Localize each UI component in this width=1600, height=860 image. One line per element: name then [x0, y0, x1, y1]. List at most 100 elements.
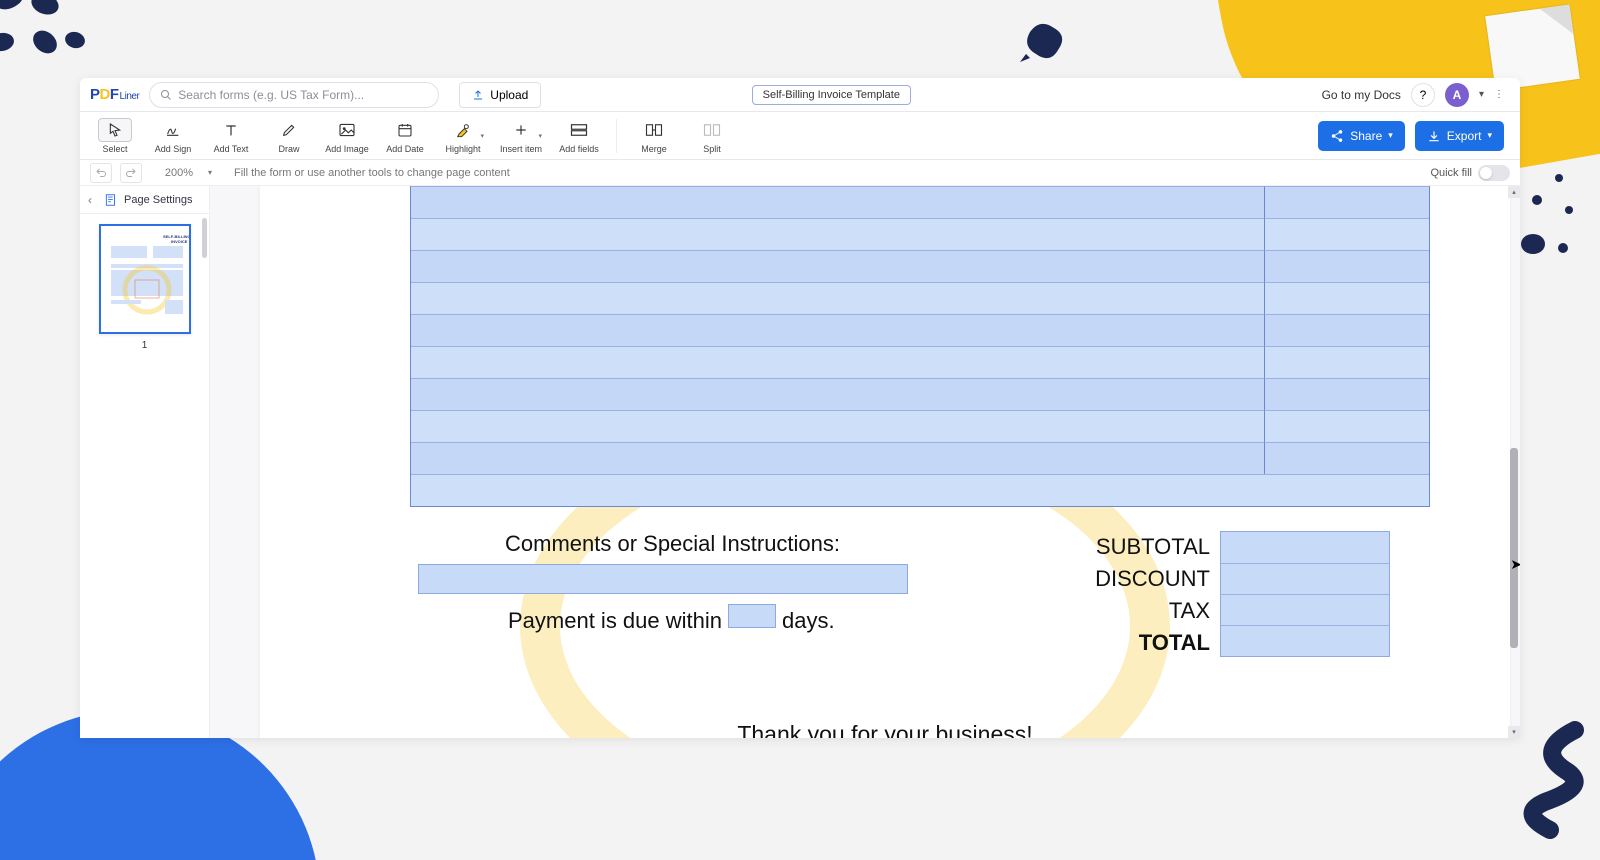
search-placeholder: Search forms (e.g. US Tax Form)... [178, 88, 364, 102]
days-input[interactable] [728, 604, 776, 628]
table-cell[interactable] [1264, 378, 1429, 410]
table-cell[interactable] [1264, 314, 1429, 346]
canvas: Comments or Special Instructions: Paymen… [210, 186, 1520, 738]
image-icon [338, 123, 356, 137]
chevron-down-icon: ▾ [480, 132, 484, 140]
vertical-scrollbar[interactable]: ▴ ▾ ➤ [1508, 186, 1520, 738]
export-button[interactable]: Export ▾ [1415, 121, 1504, 151]
table-cell[interactable] [1264, 282, 1429, 314]
decoration-top-left [0, 0, 100, 90]
split-icon [703, 122, 721, 138]
decoration-right-dots [1515, 170, 1575, 280]
comments-input[interactable] [418, 564, 908, 594]
line-items-table[interactable] [410, 186, 1430, 507]
upload-icon [472, 89, 484, 101]
undo-icon [95, 167, 107, 179]
side-panel: ‹ Page Settings SELF-BILLING INVOICE [80, 186, 210, 738]
thumb-scrollbar[interactable] [202, 218, 207, 258]
decoration-squiggle [1495, 720, 1595, 850]
zoom-select[interactable]: 200% ▾ [154, 167, 212, 179]
tool-select[interactable]: Select [88, 118, 142, 154]
scroll-up-icon[interactable]: ▴ [1508, 186, 1520, 198]
table-cell[interactable] [411, 314, 1264, 346]
tool-highlight[interactable]: ▾ Highlight [436, 118, 490, 154]
page-settings-icon [104, 193, 118, 207]
scroll-down-icon[interactable]: ▾ [1508, 726, 1520, 738]
collapse-panel-icon[interactable]: ‹ [88, 193, 92, 207]
goto-docs-link[interactable]: Go to my Docs [1322, 88, 1401, 102]
scrollbar-thumb[interactable] [1510, 448, 1518, 648]
total-input[interactable] [1221, 625, 1389, 656]
upload-label: Upload [490, 88, 528, 102]
totals-labels: SUBTOTAL DISCOUNT TAX TOTAL [1080, 531, 1210, 659]
total-label: TOTAL [1080, 627, 1210, 659]
payment-terms-text: Payment is due within days. [508, 604, 835, 634]
table-cell[interactable] [411, 250, 1264, 282]
table-cell[interactable] [1264, 346, 1429, 378]
table-cell[interactable] [411, 346, 1264, 378]
app-window: PDFLiner Search forms (e.g. US Tax Form)… [80, 78, 1520, 738]
discount-input[interactable] [1221, 563, 1389, 594]
search-icon [160, 89, 172, 101]
chevron-down-icon: ▾ [1388, 130, 1393, 141]
thumbnail-page-number: 1 [88, 340, 201, 351]
redo-icon [125, 167, 137, 179]
tax-input[interactable] [1221, 594, 1389, 625]
tool-add-text[interactable]: Add Text [204, 118, 258, 154]
comments-label: Comments or Special Instructions: [505, 531, 840, 557]
table-cell[interactable] [411, 218, 1264, 250]
document-title[interactable]: Self-Billing Invoice Template [752, 85, 911, 105]
share-icon [1330, 129, 1344, 143]
upload-button[interactable]: Upload [459, 82, 541, 108]
subtotal-input[interactable] [1221, 532, 1389, 563]
table-cell[interactable] [411, 410, 1264, 442]
account-chevron-icon[interactable]: ▾ [1479, 89, 1484, 100]
table-cell[interactable] [411, 474, 1429, 506]
table-cell[interactable] [1264, 186, 1429, 218]
redo-button[interactable] [120, 163, 142, 183]
table-cell[interactable] [1264, 218, 1429, 250]
subtotal-label: SUBTOTAL [1080, 531, 1210, 563]
calendar-icon [397, 122, 413, 138]
separator [616, 119, 617, 153]
table-cell[interactable] [1264, 410, 1429, 442]
tool-add-image[interactable]: Add Image [320, 118, 374, 154]
totals-inputs [1220, 531, 1390, 657]
tool-split[interactable]: Split [685, 118, 739, 154]
chevron-down-icon: ▾ [208, 168, 212, 177]
tool-add-date[interactable]: Add Date [378, 118, 432, 154]
quickfill-label: Quick fill [1430, 167, 1472, 179]
tool-insert-item[interactable]: ▾ Insert item [494, 118, 548, 154]
chevron-down-icon: ▾ [538, 132, 542, 140]
avatar[interactable]: A [1445, 83, 1469, 107]
chevron-down-icon: ▾ [1487, 130, 1492, 141]
table-cell[interactable] [1264, 442, 1429, 474]
sign-icon [165, 122, 181, 138]
tool-add-sign[interactable]: Add Sign [146, 118, 200, 154]
tool-add-fields[interactable]: Add fields [552, 118, 606, 154]
page-thumbnail[interactable]: SELF-BILLING INVOICE [99, 224, 191, 334]
thumbnail-strip: SELF-BILLING INVOICE 1 [80, 214, 209, 738]
tool-draw[interactable]: Draw [262, 118, 316, 154]
table-cell[interactable] [411, 442, 1264, 474]
document-page[interactable]: Comments or Special Instructions: Paymen… [260, 186, 1510, 738]
share-button[interactable]: Share ▾ [1318, 121, 1405, 151]
logo[interactable]: PDFLiner [90, 86, 139, 103]
toolbar: Select Add Sign Add Text Draw Add Image … [80, 112, 1520, 160]
fields-icon [570, 123, 588, 137]
table-cell[interactable] [411, 186, 1264, 218]
svg-text:INVOICE: INVOICE [171, 239, 188, 244]
decoration-ink-splat [1020, 20, 1070, 65]
table-cell[interactable] [1264, 250, 1429, 282]
help-button[interactable]: ? [1411, 83, 1435, 107]
discount-label: DISCOUNT [1080, 563, 1210, 595]
plus-icon [514, 123, 528, 137]
tool-merge[interactable]: Merge [627, 118, 681, 154]
quickfill-toggle[interactable] [1478, 165, 1510, 181]
table-cell[interactable] [411, 378, 1264, 410]
table-cell[interactable] [411, 282, 1264, 314]
undo-button[interactable] [90, 163, 112, 183]
more-menu-icon[interactable]: ⋮ [1494, 89, 1510, 100]
page-settings-link[interactable]: Page Settings [124, 194, 193, 206]
search-input[interactable]: Search forms (e.g. US Tax Form)... [149, 82, 439, 108]
